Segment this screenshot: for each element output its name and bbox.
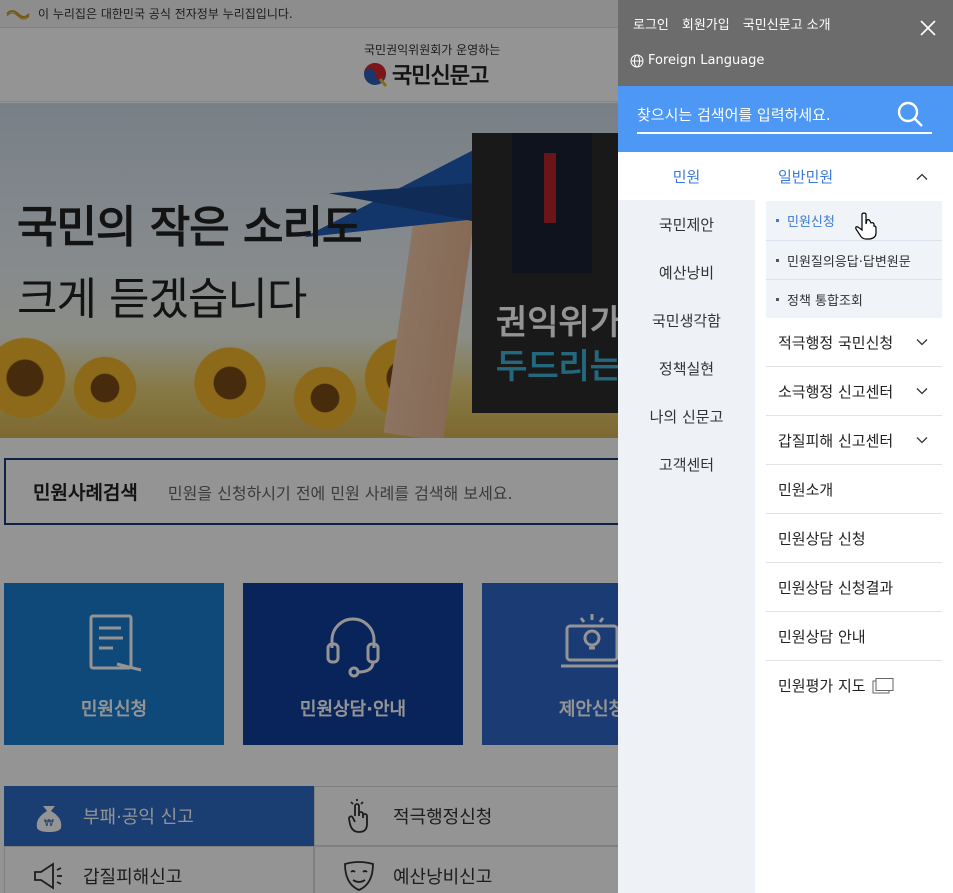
sub-label: 정책 통합조회 <box>787 293 863 309</box>
about-link[interactable]: 국민신문고 소개 <box>743 14 831 33</box>
sub-item-policy-search[interactable]: 정책 통합조회 <box>766 279 942 318</box>
nav-label: 민원상담 신청결과 <box>778 578 894 597</box>
nav-label: 민원상담 신청 <box>778 529 866 548</box>
language-label: Foreign Language <box>648 53 765 68</box>
new-window-icon <box>872 677 894 693</box>
close-icon[interactable] <box>916 16 940 40</box>
nav-consult-apply[interactable]: 민원상담 신청 <box>766 514 942 563</box>
mouse-pointer-icon <box>855 212 877 240</box>
primary-nav: 민원 국민제안 예산낭비 국민생각함 정책실현 나의 신문고 고객센터 <box>618 152 755 893</box>
sub-item-qna[interactable]: 민원질의응답·답변원문 <box>766 240 942 279</box>
signup-link[interactable]: 회원가입 <box>682 14 730 33</box>
side-menu-drawer: 로그인 회원가입 국민신문고 소개 Foreign Language 민원 국민… <box>618 0 953 893</box>
nav-label: 민원평가 지도 <box>778 677 866 695</box>
drawer-search <box>618 86 953 152</box>
secondary-nav: 일반민원 민원신청 민원질의응답·답변원문 정책 통합조회 적극행정 국민신청 … <box>766 152 942 710</box>
submenu-list: 민원신청 민원질의응답·답변원문 정책 통합조회 <box>766 201 942 318</box>
foreign-language-link[interactable]: Foreign Language <box>630 53 764 68</box>
bullet <box>776 258 779 262</box>
nav-item-proposal[interactable]: 국민제안 <box>618 200 755 248</box>
nav-eval-map[interactable]: 민원평가 지도 <box>766 661 942 710</box>
nav-item-opinion[interactable]: 국민생각함 <box>618 296 755 344</box>
chevron-down-icon <box>916 388 928 395</box>
chevron-up-icon <box>916 173 928 180</box>
nav-label: 민원소개 <box>778 480 834 499</box>
nav-label: 민원상담 안내 <box>778 627 866 646</box>
chevron-down-icon <box>916 339 928 346</box>
bullet <box>776 297 779 301</box>
nav-item-budget[interactable]: 예산낭비 <box>618 248 755 296</box>
sub-item-petition[interactable]: 민원신청 <box>766 201 942 240</box>
nav-passive-report[interactable]: 소극행정 신고센터 <box>766 367 942 416</box>
search-icon[interactable] <box>896 100 924 128</box>
nav-label: 갑질피해 신고센터 <box>778 431 894 450</box>
sub-label: 민원질의응답·답변원문 <box>787 254 911 270</box>
nav-label: 적극행정 국민신청 <box>778 333 894 352</box>
login-link[interactable]: 로그인 <box>633 14 669 33</box>
nav-item-my[interactable]: 나의 신문고 <box>618 392 755 440</box>
nav-consult-result[interactable]: 민원상담 신청결과 <box>766 563 942 612</box>
search-input[interactable] <box>637 98 932 134</box>
nav-civil-intro[interactable]: 민원소개 <box>766 465 942 514</box>
globe-icon <box>630 54 644 67</box>
nav-item-support[interactable]: 고객센터 <box>618 440 755 488</box>
nav-item-policy[interactable]: 정책실현 <box>618 344 755 392</box>
top-links: 로그인 회원가입 국민신문고 소개 <box>633 14 844 33</box>
bullet <box>776 219 779 222</box>
nav-general-civil[interactable]: 일반민원 <box>766 152 942 201</box>
nav-gapjil-report[interactable]: 갑질피해 신고센터 <box>766 416 942 465</box>
nav-label: 소극행정 신고센터 <box>778 382 894 401</box>
nav-item-civil[interactable]: 민원 <box>618 152 755 200</box>
sub-label: 민원신청 <box>787 215 835 230</box>
nav-label: 일반민원 <box>778 168 834 186</box>
drawer-header: 로그인 회원가입 국민신문고 소개 Foreign Language <box>618 0 953 86</box>
nav-consult-guide[interactable]: 민원상담 안내 <box>766 612 942 661</box>
nav-proactive[interactable]: 적극행정 국민신청 <box>766 318 942 367</box>
chevron-down-icon <box>916 437 928 444</box>
